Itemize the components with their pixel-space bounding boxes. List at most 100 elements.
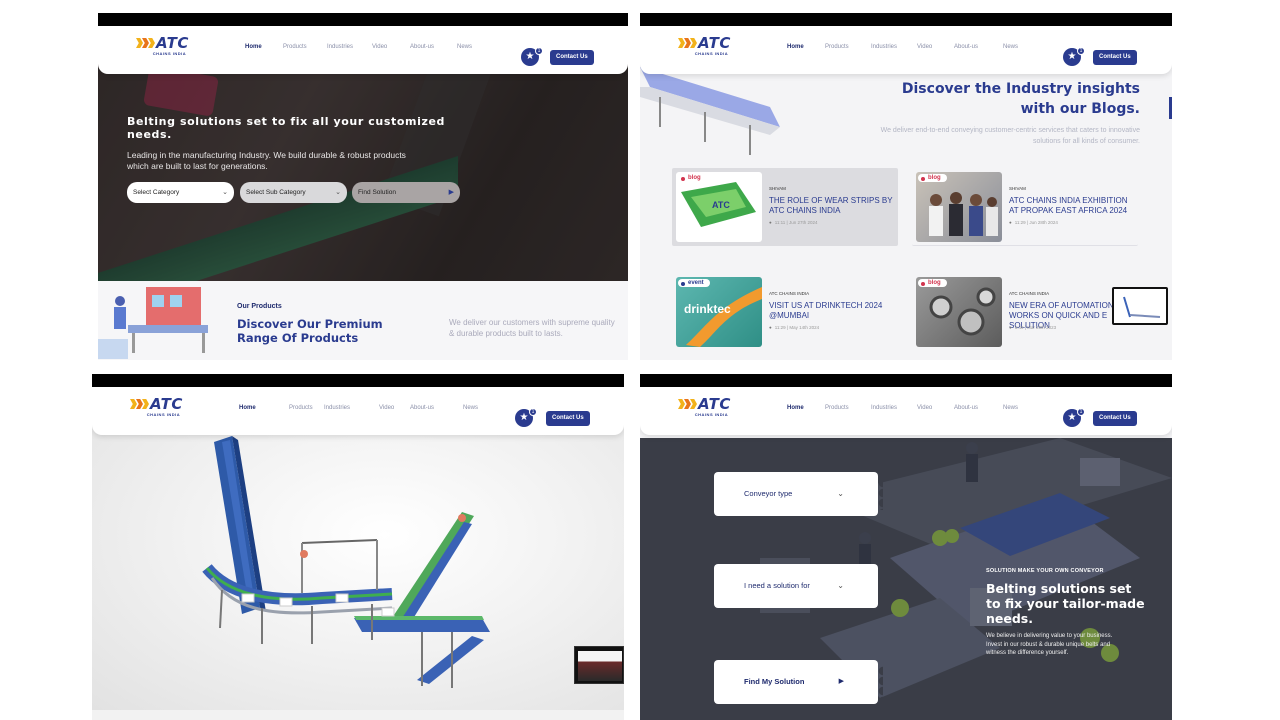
logo-arrows-icon [678,38,697,48]
blogs-description: We deliver end-to-end conveying customer… [880,127,1140,145]
side-tab[interactable] [1169,97,1172,119]
nav-menu: Home Products Industries Video About-us … [239,405,478,411]
chevron-down-icon: ⌄ [837,489,844,498]
logo-subtext: CHAINS INDIA [152,51,187,56]
nav-video[interactable]: Video [372,44,410,50]
solution-title: Belting solutions set to fix your tailor… [986,581,1145,626]
chevron-down-icon: ⌄ [222,189,228,196]
blog-tag: blog [918,174,947,182]
logo[interactable]: ATC CHAINS INDIA [678,34,731,56]
nav-home[interactable]: Home [787,44,825,50]
contact-us-button[interactable]: Contact Us [1093,50,1137,65]
select-subcategory-dropdown[interactable]: Select Sub Category ⌄ [240,182,347,203]
nav-home[interactable]: Home [239,405,289,411]
conveyor-type-dropdown[interactable]: Conveyor type ⌄ [714,472,883,516]
wear-strip-image: ATC [681,182,756,227]
find-solution-button[interactable]: Find Solution ▶ [352,182,460,203]
nav-home[interactable]: Home [787,405,825,411]
conveyor-thumbnail [1123,296,1161,318]
blog-meta: 11:29 | Jun 28th 2024 [1009,220,1058,225]
logo-arrows-icon [678,399,697,409]
nav-industries[interactable]: Industries [327,44,372,50]
blog-author: ATC CHAINS INDIA [769,291,810,296]
nav-products[interactable]: Products [825,405,871,411]
blog-thumbnail: ATC [676,172,762,242]
nav-products[interactable]: Products [825,44,871,50]
products-section: Our Products Discover Our Premium Range … [98,281,628,360]
blog-thumbnail [916,277,1002,347]
browser-topbar [640,374,1172,387]
logo[interactable]: ATC CHAINS INDIA [678,395,731,417]
drinktec-image: drinktec [684,287,762,347]
panel-solution-finder: ATC CHAINS INDIA Home Products Industrie… [640,374,1172,720]
logo-text: ATC [698,395,731,413]
exhibition-photo [929,192,998,236]
nav-video[interactable]: Video [379,405,410,411]
nav-news[interactable]: News [1003,405,1018,411]
contact-us-button[interactable]: Contact Us [546,411,590,426]
panel-blogs: ATC CHAINS INDIA Home Products Industrie… [640,13,1172,360]
find-my-solution-button[interactable]: Find My Solution ▶ [714,660,883,704]
video-preview [578,651,622,681]
blog-tag: blog [678,174,707,182]
logo-arrows-icon [130,399,149,409]
chevron-down-icon: ⌄ [837,581,844,590]
hero-overlay [98,61,628,289]
nav-menu: Home Products Industries Video About-us … [245,44,472,50]
blog-thumbnail: drinktec [676,277,762,347]
nav-about[interactable]: About-us [410,44,457,50]
navbar: ATC CHAINS INDIA Home Products Industrie… [640,26,1172,74]
blog-card[interactable]: drinktec event ATC CHAINS INDIA VISIT US… [672,273,898,351]
play-arrow-icon: ▶ [448,189,454,196]
nav-about[interactable]: About-us [954,44,1003,50]
panel-hero: ATC CHAINS INDIA Home Products Industrie… [98,13,628,360]
conveyor-type-label: Conveyor type [744,489,793,498]
nav-video[interactable]: Video [917,405,954,411]
blog-meta: 6:49 | Mar 20th 2023 [1009,325,1056,330]
nav-menu: Home Products Industries Video About-us … [787,405,1018,411]
nav-industries[interactable]: Industries [871,44,917,50]
nav-about[interactable]: About-us [410,405,463,411]
select-subcategory-label: Select Sub Category [246,189,306,196]
blog-author: SHIVAM [1009,186,1026,191]
blog-card[interactable]: blog ATC CHAINS INDIA NEW ERA OF AUTOMAT… [912,273,1138,351]
need-solution-label: I need a solution for [744,581,810,590]
navbar: ATC CHAINS INDIA Home Products Industrie… [640,387,1172,435]
nav-news[interactable]: News [1003,44,1018,50]
logo[interactable]: ATC CHAINS INDIA [130,395,183,417]
nav-news[interactable]: News [457,44,472,50]
blog-card[interactable]: blog SHIVAM ATC CHAINS INDIA EXHIBITION … [912,168,1138,246]
select-category-label: Select Category [133,189,180,196]
products-illustration [98,287,208,359]
need-solution-dropdown[interactable]: I need a solution for ⌄ [714,564,883,608]
nav-products[interactable]: Products [283,44,327,50]
select-category-dropdown[interactable]: Select Category ⌄ [127,182,234,203]
blog-tag: blog [918,279,947,287]
contact-us-button[interactable]: Contact Us [1093,411,1137,426]
logo-subtext: CHAINS INDIA [146,412,181,417]
contact-us-button[interactable]: Contact Us [550,50,594,65]
blog-title: ATC CHAINS INDIA EXHIBITION AT PROPAK EA… [1009,196,1128,215]
floating-video-thumbnail[interactable] [1112,287,1168,325]
blog-meta: 11:11 | Jun 27th 2024 [769,220,818,225]
nav-industries[interactable]: Industries [324,405,379,411]
nav-industries[interactable]: Industries [871,405,917,411]
nav-home[interactable]: Home [245,44,283,50]
nav-products[interactable]: Products [289,405,324,411]
nav-video[interactable]: Video [917,44,954,50]
wishlist-count-badge: 1 [1077,408,1085,416]
svg-text:ATC: ATC [712,200,730,210]
wishlist-count-badge: 1 [535,47,543,55]
floating-video-thumbnail[interactable] [574,646,624,684]
logo-text: ATC [156,34,189,52]
drinktec-text: drinktec [684,302,731,316]
nav-about[interactable]: About-us [954,405,1003,411]
blog-card[interactable]: ATC blog SHIVAM THE ROLE OF WEAR STRIPS … [672,168,898,246]
wishlist-count-badge: 1 [529,408,537,416]
conveyor-system-render [202,436,490,688]
nav-menu: Home Products Industries Video About-us … [787,44,1018,50]
find-my-solution-label: Find My Solution [744,677,805,686]
logo[interactable]: ATC CHAINS INDIA [136,34,189,56]
nav-news[interactable]: News [463,405,478,411]
products-label: Our Products [237,303,282,310]
